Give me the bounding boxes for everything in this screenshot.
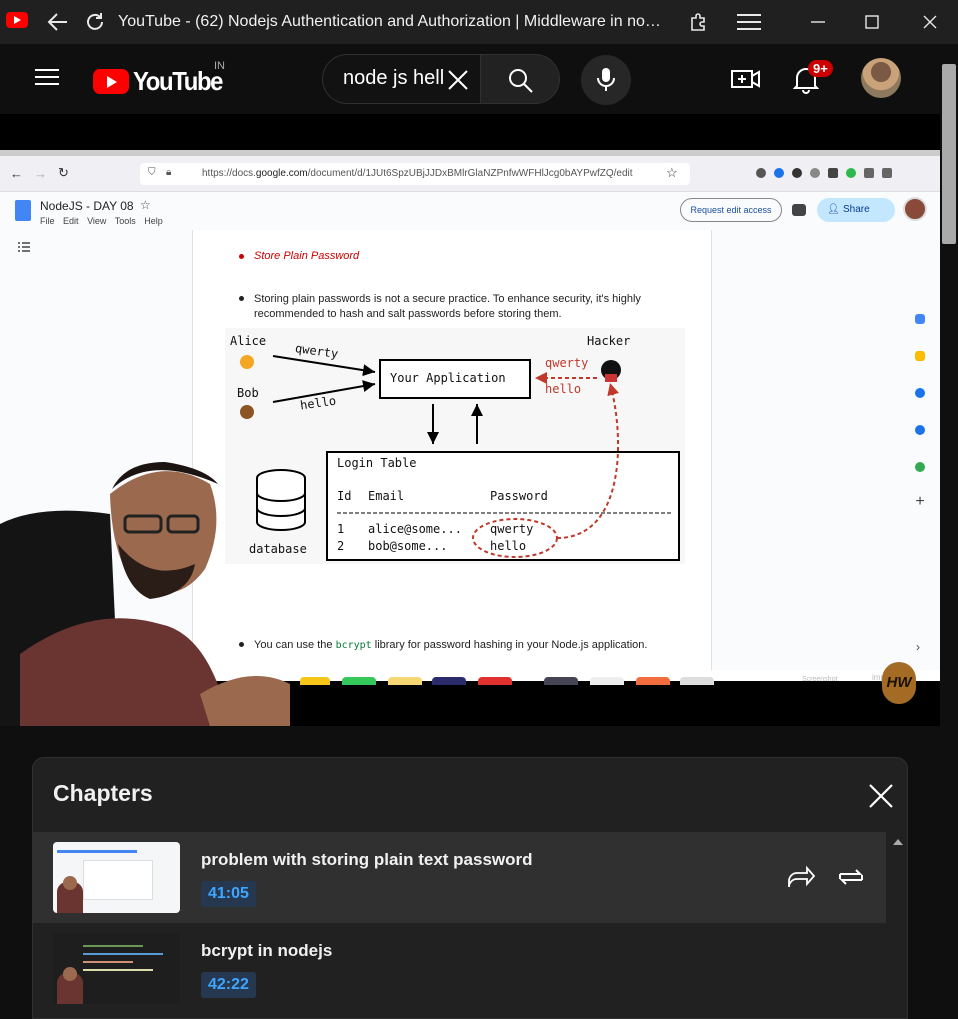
request-edit-access-button: Request edit access <box>680 198 782 222</box>
browser-title-bar: YouTube - (62) Nodejs Authentication and… <box>0 0 958 44</box>
contacts-icon <box>915 425 925 435</box>
reload-icon[interactable] <box>81 8 109 36</box>
minimize-icon[interactable] <box>804 8 832 36</box>
app-box-label: Your Application <box>390 371 506 385</box>
video-player[interactable]: ← → ↻ ⛉ 🔒︎ https://docs.google.com/docum… <box>0 114 940 726</box>
refresh-icon: ↻ <box>58 165 69 180</box>
shield-icon: ⛉ <box>148 167 156 178</box>
doc-title: NodeJS - DAY 08 <box>40 199 134 213</box>
back-arrow-icon: ← <box>10 166 23 181</box>
clear-search-icon[interactable] <box>447 69 469 91</box>
lock-icon: 🔒︎ <box>166 167 172 178</box>
country-code: IN <box>214 60 225 72</box>
mac-dock: Screenshot imp Nodejs- <box>300 673 940 685</box>
row1-password: qwerty <box>490 522 534 536</box>
chapters-panel: Chapters problem with storing plain text… <box>32 757 908 1019</box>
page-scrollbar[interactable] <box>940 64 958 1019</box>
chapters-scrollbar[interactable] <box>888 832 907 1018</box>
scroll-up-icon[interactable] <box>893 838 903 846</box>
youtube-favicon-icon <box>6 12 28 28</box>
tasks-icon <box>915 388 925 398</box>
search-icon <box>509 69 533 93</box>
add-addon-icon: + <box>915 493 925 510</box>
col-email: Email <box>368 489 405 503</box>
share-button: 👤︎ Share <box>817 198 895 222</box>
people-icon: 👤︎ <box>827 204 840 215</box>
table-title: Login Table <box>337 456 417 470</box>
window-title: YouTube - (62) Nodejs Authentication and… <box>118 13 663 30</box>
search-box[interactable]: node js hell <box>322 54 480 104</box>
forward-arrow-icon: → <box>34 166 47 181</box>
chapter-timestamp[interactable]: 41:05 <box>201 881 256 907</box>
docs-logo-icon <box>15 200 31 221</box>
col-id: Id <box>337 489 352 503</box>
address-bar: ⛉ 🔒︎ https://docs.google.com/document/d/… <box>140 163 690 185</box>
youtube-header: YouTube IN node js hell 9+ <box>0 44 940 114</box>
outline-icon <box>18 242 30 252</box>
voice-search-button[interactable] <box>581 55 631 105</box>
youtube-play-icon <box>93 69 129 94</box>
extensions-icon[interactable] <box>685 8 713 36</box>
chapter-thumbnail[interactable] <box>53 842 180 913</box>
comment-icon <box>792 204 806 216</box>
chapter-title: bcrypt in nodejs <box>201 941 333 960</box>
hacker-password1-label: qwerty <box>545 356 589 370</box>
calendar-icon <box>915 314 925 324</box>
bob-label: Bob <box>237 386 259 400</box>
bullet-bcrypt: You can use the bcrypt library for passw… <box>239 638 694 653</box>
bullet-store-plain-password: Store Plain Password <box>238 250 360 262</box>
share-icon[interactable] <box>787 865 815 889</box>
loop-icon[interactable] <box>837 865 865 889</box>
chapter-thumbnail[interactable] <box>53 933 180 1004</box>
chapters-heading: Chapters <box>53 780 153 806</box>
chapter-title: problem with storing plain text password <box>201 850 533 869</box>
maximize-icon[interactable] <box>858 8 886 36</box>
alice-label: Alice <box>230 334 267 348</box>
bookmark-star-icon: ☆ <box>666 165 678 180</box>
google-docs-header: NodeJS - DAY 08 ☆ File Edit View Tools H… <box>0 192 940 230</box>
hamburger-menu-icon[interactable] <box>35 64 59 90</box>
doc-user-avatar <box>903 197 927 221</box>
create-video-icon[interactable] <box>731 68 761 90</box>
user-avatar[interactable] <box>861 58 901 98</box>
maps-icon <box>915 462 925 472</box>
col-password: Password <box>490 489 548 503</box>
row2-email: bob@some... <box>368 539 448 553</box>
chapter-item[interactable]: problem with storing plain text password… <box>33 832 886 923</box>
row2-password: hello <box>490 539 527 553</box>
doc-menu: File Edit View Tools Help <box>40 216 163 226</box>
close-window-icon[interactable] <box>916 8 944 36</box>
microphone-icon <box>597 68 615 91</box>
back-icon[interactable] <box>44 8 72 36</box>
search-input[interactable]: node js hell <box>343 67 443 90</box>
search-button[interactable] <box>480 54 560 104</box>
chapter-item[interactable]: bcrypt in nodejs 42:22 <box>33 923 886 1014</box>
youtube-wordmark: YouTube <box>133 66 223 96</box>
extension-icons <box>756 168 892 178</box>
channel-watermark-badge: HW <box>882 662 916 704</box>
expand-panel-icon: › <box>916 640 920 654</box>
star-icon: ☆ <box>140 198 151 212</box>
hacker-password2-label: hello <box>545 382 582 396</box>
chapter-timestamp[interactable]: 42:22 <box>201 972 256 998</box>
youtube-logo[interactable]: YouTube <box>93 66 230 97</box>
page-scrollbar-thumb[interactable] <box>942 64 956 244</box>
bullet-storing-info: Storing plain passwords is not a secure … <box>239 292 694 322</box>
docs-side-panel: + <box>908 314 932 511</box>
presenter-webcam <box>0 462 290 726</box>
hacker-label: Hacker <box>587 334 631 348</box>
menu-icon[interactable] <box>735 8 763 36</box>
firefox-toolbar: ← → ↻ ⛉ 🔒︎ https://docs.google.com/docum… <box>0 156 940 192</box>
row2-id: 2 <box>337 539 345 553</box>
row1-email: alice@some... <box>368 522 462 536</box>
notification-badge: 9+ <box>808 60 833 77</box>
url-text: https://docs.google.com/document/d/1JUt6… <box>202 168 633 179</box>
row1-id: 1 <box>337 522 345 536</box>
keep-icon <box>915 351 925 361</box>
close-icon[interactable] <box>865 780 897 812</box>
